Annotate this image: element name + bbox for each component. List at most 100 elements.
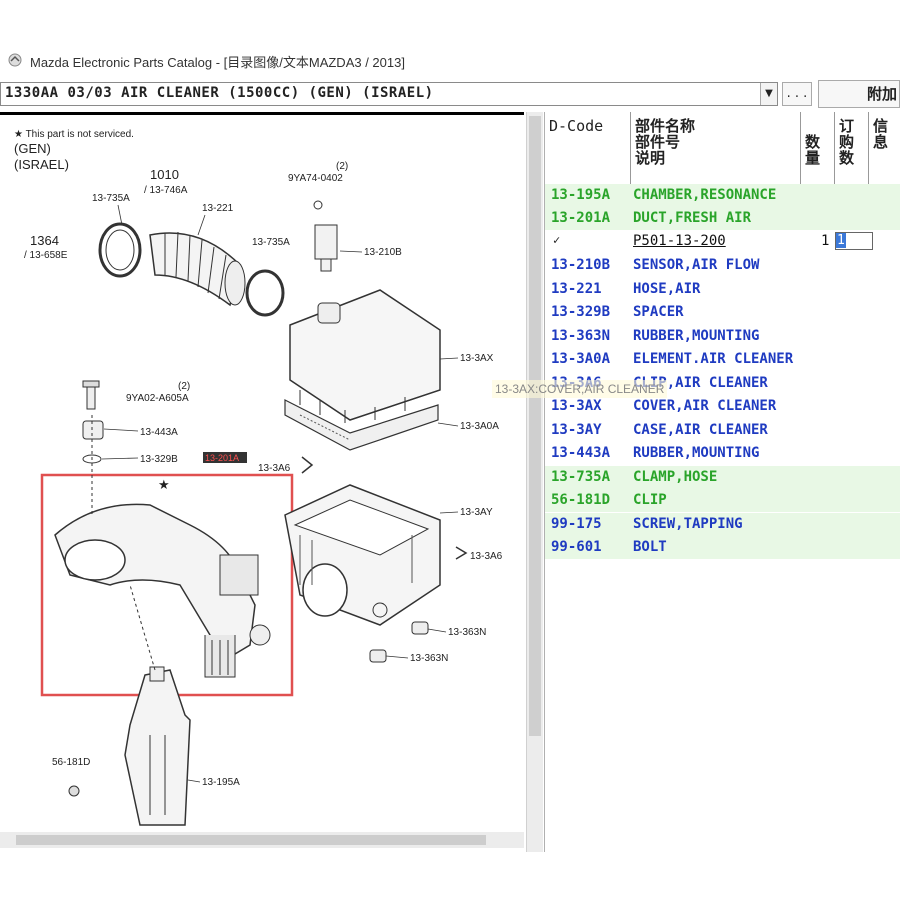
table-row[interactable]: 13-363N RUBBER,MOUNTING	[545, 325, 900, 348]
row-dcode: 99-601	[551, 539, 602, 555]
add-button[interactable]: 附加	[818, 80, 900, 108]
row-name: CLIP	[633, 492, 667, 508]
cleaner-cover-drawing	[289, 289, 441, 423]
table-row[interactable]: 13-329B SPACER	[545, 301, 900, 324]
label-9ya02: 9YA02-A605A	[126, 393, 189, 404]
row-name: ELEMENT.AIR CLEANER	[633, 351, 794, 367]
row-name: DUCT,FRESH AIR	[633, 210, 752, 226]
table-row[interactable]: 13-443A RUBBER,MOUNTING	[545, 442, 900, 465]
table-row[interactable]: 13-3AX COVER,AIR CLEANER	[545, 395, 900, 418]
label-9ya02-qty: (2)	[178, 381, 190, 392]
select-checkbox[interactable]: ✓	[553, 234, 565, 246]
model-select[interactable]: 1330AA 03/03 AIR CLEANER (1500CC) (GEN) …	[0, 82, 778, 106]
row-dcode: 13-735A	[551, 468, 611, 485]
parts-list-panel: D-Code 部件名称 部件号 说明 数量 订购数 信息 13-195A CHA…	[544, 112, 900, 852]
table-row[interactable]: 13-201A DUCT,FRESH AIR	[545, 207, 900, 230]
header-order-qty[interactable]: 订购数	[835, 112, 869, 184]
label-13-210b: 13-210B	[364, 247, 402, 258]
header-desc: 说明	[635, 149, 666, 167]
diagram-vertical-scrollbar[interactable]	[526, 112, 543, 852]
label-13-443a: 13-443A	[140, 427, 178, 438]
label-13-735a-mid: 13-735A	[252, 237, 290, 248]
air-hose-drawing	[149, 231, 246, 307]
row-dcode: 13-3AX	[551, 398, 602, 414]
table-row[interactable]: 13-3AY CASE,AIR CLEANER	[545, 419, 900, 442]
row-name: SCREW,TAPPING	[633, 515, 743, 532]
label-13-329b: 13-329B	[140, 454, 178, 465]
table-row[interactable]: 13-735A CLAMP,HOSE	[545, 465, 900, 489]
header-partno: 部件号	[635, 133, 681, 151]
label-13-363n-a: 13-363N	[448, 627, 486, 638]
row-dcode: 13-443A	[551, 445, 611, 461]
order-qty-input[interactable]: 1	[835, 232, 873, 250]
part-qty: 1	[821, 233, 830, 249]
gen-label: (GEN)	[14, 141, 51, 156]
row-name: HOSE,AIR	[633, 280, 701, 297]
label-13-3a0a: 13-3A0A	[460, 421, 499, 432]
parts-table-header: D-Code 部件名称 部件号 说明 数量 订购数 信息	[545, 112, 900, 185]
model-select-value: 1330AA 03/03 AIR CLEANER (1500CC) (GEN) …	[5, 85, 434, 101]
dropdown-arrow-icon[interactable]: ▼	[760, 83, 777, 105]
table-row[interactable]: 13-221 HOSE,AIR	[545, 278, 900, 301]
table-row[interactable]: 13-3A0A ELEMENT.AIR CLEANER	[545, 348, 900, 371]
window-title: Mazda Electronic Parts Catalog - [目录图像/文…	[30, 55, 405, 70]
not-serviced-note: ★ This part is not serviced.	[14, 129, 134, 140]
israel-label: (ISRAEL)	[14, 157, 69, 172]
header-dcode[interactable]: D-Code	[545, 112, 631, 184]
label-9ya74: 9YA74-0402	[288, 173, 343, 184]
label-13-221: 13-221	[202, 203, 234, 214]
row-name: RUBBER,MOUNTING	[633, 445, 760, 461]
table-row[interactable]: 99-175 SCREW,TAPPING	[545, 512, 900, 536]
label-13-3a6-b: 13-3A6	[470, 551, 503, 562]
order-qty-value: 1	[836, 233, 846, 248]
label-13-3ax: 13-3AX	[460, 353, 494, 364]
table-row[interactable]: 56-181D CLIP	[545, 489, 900, 512]
row-dcode: 13-363N	[551, 327, 611, 344]
row-dcode: 99-175	[551, 515, 602, 532]
ref-1010-label: 1010	[150, 167, 179, 182]
row-dcode: 13-3A0A	[551, 351, 611, 367]
row-name: COVER,AIR CLEANER	[633, 398, 777, 414]
header-qty[interactable]: 数量	[801, 112, 835, 184]
row-dcode: 56-181D	[551, 492, 611, 508]
part-number-row[interactable]: ✓ P501-13-200 1 1	[545, 230, 900, 253]
ref-13-658e-label: / 13-658E	[24, 250, 68, 261]
label-13-3ay: 13-3AY	[460, 507, 493, 518]
resonance-chamber-drawing	[124, 666, 191, 826]
parts-diagram: ★ This part is not serviced. (GEN) (ISRA…	[0, 112, 524, 832]
header-name-group[interactable]: 部件名称 部件号 说明	[631, 112, 801, 184]
label-13-195a: 13-195A	[202, 777, 240, 788]
row-name: SENSOR,AIR FLOW	[633, 257, 760, 273]
table-row[interactable]: 13-210B SENSOR,AIR FLOW	[545, 254, 900, 277]
label-13-201a: 13-201A	[205, 453, 239, 463]
header-info[interactable]: 信息	[869, 112, 900, 184]
row-dcode: 13-210B	[551, 257, 611, 273]
row-name: RUBBER,MOUNTING	[633, 327, 760, 344]
row-name: CLAMP,HOSE	[633, 468, 718, 485]
diagram-horizontal-scrollbar[interactable]	[0, 832, 524, 848]
ref-1364-label: 1364	[30, 233, 59, 248]
label-13-3a6-a: 13-3A6	[258, 463, 291, 474]
row-name: CHAMBER,RESONANCE	[633, 187, 777, 203]
label-13-735a-top: 13-735A	[92, 193, 130, 204]
part-number-link[interactable]: P501-13-200	[633, 230, 726, 253]
table-row[interactable]: 13-195A CHAMBER,RESONANCE	[545, 184, 900, 207]
ref-13-746a-label: / 13-746A	[144, 185, 188, 196]
row-name: BOLT	[633, 539, 667, 555]
label-56-181d: 56-181D	[52, 757, 90, 768]
browse-button[interactable]: . . .	[782, 82, 812, 106]
row-dcode: 13-221	[551, 280, 602, 297]
app-logo-icon	[8, 53, 22, 67]
row-name: SPACER	[633, 304, 684, 320]
diagram-horizontal-scroll-thumb[interactable]	[16, 835, 486, 845]
table-row[interactable]: 99-601 BOLT	[545, 536, 900, 559]
row-dcode: 13-329B	[551, 304, 611, 320]
exploded-view-drawing: ★ This part is not serviced. (GEN) (ISRA…	[14, 129, 503, 826]
diagram-vertical-scroll-thumb[interactable]	[529, 116, 541, 736]
fresh-air-duct-drawing	[54, 503, 271, 678]
row-dcode: 13-201A	[551, 210, 611, 226]
window-titlebar: Mazda Electronic Parts Catalog - [目录图像/文…	[0, 44, 900, 76]
row-name: CASE,AIR CLEANER	[633, 421, 768, 438]
label-9ya74-qty: (2)	[336, 161, 348, 172]
row-dcode: 13-195A	[551, 187, 611, 203]
